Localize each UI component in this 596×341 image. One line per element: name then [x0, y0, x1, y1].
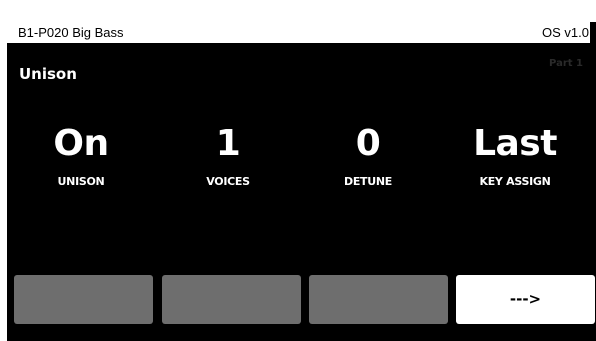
- synth-display: B1-P020 Big Bass OS v1.0 Unison Part 1 O…: [7, 22, 596, 341]
- param-unison-label: UNISON: [57, 175, 105, 188]
- softkey-1[interactable]: [14, 275, 153, 324]
- param-key-assign[interactable]: Last KEY ASSIGN: [441, 122, 589, 188]
- param-unison[interactable]: On UNISON: [7, 122, 155, 188]
- param-key-assign-label: KEY ASSIGN: [479, 175, 551, 188]
- softkey-2[interactable]: [162, 275, 301, 324]
- param-voices[interactable]: 1 VOICES: [154, 122, 302, 188]
- next-page-button[interactable]: --->: [456, 275, 595, 324]
- preset-name[interactable]: B1-P020 Big Bass: [18, 25, 124, 40]
- param-detune-value[interactable]: 0: [294, 122, 442, 166]
- param-voices-value[interactable]: 1: [154, 122, 302, 166]
- param-key-assign-value[interactable]: Last: [441, 122, 589, 166]
- param-detune-label: DETUNE: [343, 175, 392, 188]
- part-label: Part 1: [549, 58, 583, 69]
- param-detune[interactable]: 0 DETUNE: [294, 122, 442, 188]
- param-unison-value[interactable]: On: [7, 122, 155, 166]
- page-title: Unison: [19, 65, 77, 83]
- param-voices-label: VOICES: [206, 175, 250, 188]
- softkey-3[interactable]: [309, 275, 448, 324]
- os-version: OS v1.0: [542, 25, 589, 40]
- status-bar: B1-P020 Big Bass OS v1.0: [7, 22, 590, 43]
